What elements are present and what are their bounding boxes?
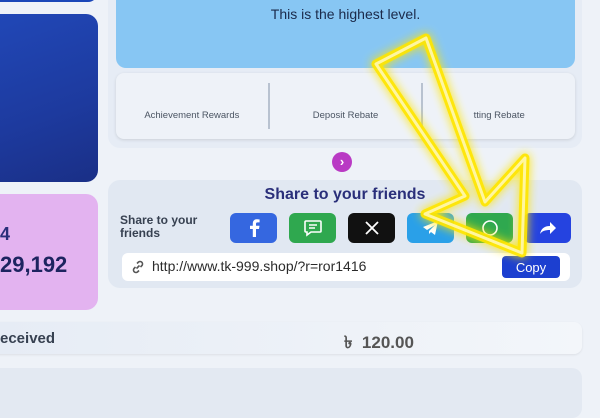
tab-betting-rebate[interactable]: tting Rebate	[423, 73, 575, 139]
received-amount: ৳ 120.00	[344, 330, 414, 358]
more-share-button[interactable]	[524, 213, 571, 243]
left-card-number-partial: 4	[0, 224, 11, 244]
level-status-text: This is the highest level.	[270, 6, 421, 22]
message-icon	[303, 220, 322, 237]
telegram-icon	[422, 221, 438, 235]
received-bar	[0, 322, 582, 354]
tab-achievement-rewards[interactable]: Achievement Rewards	[116, 73, 268, 139]
left-blue-card[interactable]	[0, 14, 98, 182]
taka-currency-icon: ৳	[344, 333, 353, 352]
referral-url: http://www.tk-999.shop/?r=ror1416	[152, 258, 367, 274]
tab-deposit-rebate[interactable]: Deposit Rebate	[270, 73, 422, 139]
link-icon	[132, 260, 144, 274]
telegram-share-button[interactable]	[407, 213, 454, 243]
share-label: Share to your friends	[120, 213, 198, 240]
received-amount-value: 120.00	[361, 333, 414, 352]
copy-button[interactable]: Copy	[502, 256, 560, 278]
whatsapp-icon	[481, 220, 498, 236]
x-icon	[364, 221, 379, 235]
facebook-share-button[interactable]	[230, 213, 277, 243]
facebook-icon	[249, 219, 260, 237]
sms-share-button[interactable]	[289, 213, 336, 243]
chevron-right-icon[interactable]: ›	[332, 152, 352, 172]
x-share-button[interactable]	[348, 213, 395, 243]
share-icon	[539, 222, 556, 234]
whatsapp-share-button[interactable]	[466, 213, 513, 243]
bottom-panel	[0, 368, 582, 418]
share-title: Share to your friends	[264, 186, 426, 203]
left-card-big-number: 29,192	[0, 252, 68, 277]
rewards-tabs: Achievement Rewards Deposit Rebate tting…	[116, 73, 575, 139]
left-top-card	[0, 0, 98, 2]
received-label: eceived	[0, 330, 56, 347]
